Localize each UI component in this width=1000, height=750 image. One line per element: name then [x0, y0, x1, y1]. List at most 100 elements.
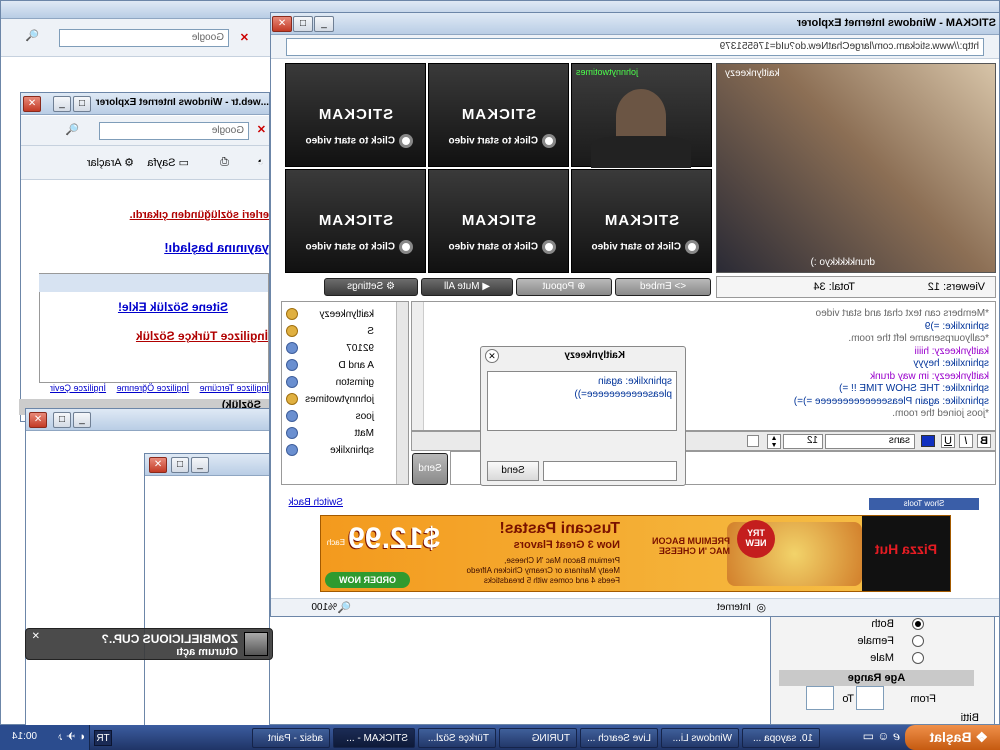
background-close-icon[interactable]: ✕ — [240, 31, 249, 44]
empty-2-close-button[interactable]: ✕ — [149, 457, 167, 473]
cam-slot-2-cta[interactable]: Click to start video — [439, 134, 556, 148]
bold-button[interactable]: B — [977, 434, 991, 448]
ie-left-minimize-button[interactable]: _ — [53, 96, 71, 112]
taskbar-item[interactable]: 10. sayopa ... — [742, 728, 820, 748]
rss-icon[interactable]: ◔ — [257, 156, 264, 168]
zoom-level[interactable]: %100 — [311, 602, 337, 613]
popout-button[interactable]: ⊕ Popout — [516, 278, 612, 296]
font-size-select[interactable]: 12 — [783, 434, 823, 449]
empty-2-maximize-button[interactable]: □ — [171, 457, 189, 473]
taskbar-item[interactable]: Live Search ... — [580, 728, 658, 748]
radio-both[interactable] — [912, 618, 924, 630]
user-row[interactable]: joos — [282, 408, 394, 425]
footer-link-2[interactable]: İngilizce Öğrenme — [117, 383, 190, 393]
footer-links: İngilizce Tercüme İngilizce Öğrenme İngi… — [19, 383, 269, 393]
tray-icons[interactable]: ◐ ✈ ♪ — [58, 730, 85, 743]
print-icon[interactable]: ⎙ — [220, 156, 229, 169]
taskbar-item[interactable]: Türkçe Sözl... — [418, 728, 496, 748]
taskbar-item-active[interactable]: STICKAM - ... — [333, 728, 415, 748]
user-row[interactable]: Matt — [282, 425, 394, 442]
switch-back-link[interactable]: Switch Back — [289, 497, 343, 508]
cam-slot-4-cta[interactable]: Click to start video — [582, 240, 699, 254]
italic-button[interactable]: I — [959, 434, 973, 448]
user-row[interactable]: grimston — [282, 374, 394, 391]
taskbar-item[interactable]: TURING — [499, 728, 577, 748]
empty-1-minimize-button[interactable]: _ — [73, 412, 91, 428]
cam-johnny[interactable]: johnnytwotimes — [571, 63, 712, 168]
gear-icon: ⚙ — [385, 281, 395, 292]
settings-button[interactable]: ⚙ Settings — [324, 278, 418, 296]
underline-button[interactable]: U — [941, 434, 955, 448]
chat-scrollbar[interactable] — [412, 302, 424, 430]
cam-slot-5-cta[interactable]: Click to start video — [439, 240, 556, 254]
cam-slot-3[interactable]: STICKAM Click to start video — [285, 63, 426, 167]
footer-link-3[interactable]: İngilizce Çevir — [50, 383, 106, 393]
stickam-maximize-button[interactable]: □ — [293, 16, 313, 32]
user-row[interactable]: S — [282, 323, 394, 340]
ie-left-search-icon[interactable]: 🔍 — [65, 123, 79, 136]
zoom-icon[interactable]: 🔍 — [337, 601, 351, 614]
radio-female[interactable] — [912, 635, 924, 647]
cam-slot-6-logo: STICKAM — [317, 212, 394, 229]
messenger-icon[interactable]: ☺ — [877, 729, 889, 743]
pizza-ad[interactable]: Pizza Hut TRY NEW PREMIUM BACON MAC 'N C… — [320, 515, 951, 592]
notification-close-icon[interactable]: ✕ — [32, 631, 40, 642]
mute-all-button[interactable]: ◀ Mute All — [421, 278, 513, 296]
stickam-url-field[interactable]: http://www.stickam.com/largeChatNew.do?u… — [286, 38, 984, 56]
stickam-close-button[interactable]: ✕ — [272, 16, 292, 32]
font-select[interactable]: sans — [825, 434, 915, 449]
ie-left-maximize-button[interactable]: □ — [73, 96, 91, 112]
pm-send-button[interactable]: Send — [487, 461, 539, 481]
ie-icon[interactable]: ℯ — [893, 729, 900, 743]
pm-close-icon[interactable]: ✕ — [485, 349, 499, 363]
cam-slot-6[interactable]: STICKAM Click to start video — [285, 169, 426, 273]
ie-left-window: ...web.tr - Windows Internet Explorer _ … — [19, 92, 270, 422]
removed-link[interactable]: erleri sözlüğünden çıkardı. — [130, 209, 269, 221]
desktop-icon[interactable]: ▭ — [863, 729, 874, 743]
cam-slot-6-cta[interactable]: Click to start video — [296, 240, 413, 254]
started-link[interactable]: yayınına başladı! — [164, 240, 269, 255]
pm-input[interactable] — [543, 461, 677, 481]
ie-left-search-input[interactable]: Google — [99, 122, 249, 140]
footer-link-1[interactable]: İngilizce Tercüme — [200, 383, 269, 393]
cam-slot-4[interactable]: STICKAM Click to start video — [571, 169, 712, 273]
user-row[interactable]: sphinxlike — [282, 442, 394, 459]
taskbar-item[interactable]: Windows Li... — [661, 728, 739, 748]
radio-male[interactable] — [912, 652, 924, 664]
empty-1-maximize-button[interactable]: □ — [53, 412, 71, 428]
english-turkish-link[interactable]: İngilizce Türkçe Sözlük — [136, 329, 268, 343]
user-row[interactable]: 92107 — [282, 340, 394, 357]
user-row[interactable]: A and D — [282, 357, 394, 374]
language-indicator[interactable]: TR — [94, 730, 112, 746]
background-search-icon[interactable]: 🔍 — [25, 29, 39, 42]
show-tools-button[interactable]: Show Tools — [869, 498, 979, 510]
age-from-input[interactable] — [856, 686, 884, 710]
order-now-button[interactable]: ORDER NOW — [325, 572, 410, 588]
add-dictionary-link[interactable]: Sitene Sözlük Ekle! — [118, 300, 228, 314]
empty-1-close-button[interactable]: ✕ — [29, 412, 47, 428]
embed-icon: <> — [674, 281, 687, 292]
ie-left-close-icon[interactable]: ✕ — [257, 123, 266, 136]
user-list-scrollbar[interactable] — [396, 302, 408, 484]
user-row[interactable]: kaitlynkeezy — [282, 306, 394, 323]
start-button[interactable]: ❖ Başlat — [905, 725, 1000, 750]
embed-button[interactable]: <> Embed — [615, 278, 711, 296]
cam-slot-2[interactable]: STICKAM Click to start video — [428, 63, 569, 167]
age-to-input[interactable] — [806, 686, 834, 710]
color-swatch[interactable] — [921, 435, 935, 447]
ie-left-close-button[interactable]: ✕ — [23, 96, 41, 112]
cam-slot-5[interactable]: STICKAM Click to start video — [428, 169, 569, 273]
stepper-icon[interactable]: ▲ ▼ — [767, 434, 781, 449]
chat-line: *callyourpsename left the room. — [848, 333, 989, 344]
stickam-minimize-button[interactable]: _ — [314, 16, 334, 32]
tools-menu[interactable]: ⚙ Araçlar — [87, 156, 134, 169]
page-menu[interactable]: ▭ Sayfa — [147, 156, 189, 169]
user-row[interactable]: johnnytwotimes — [282, 391, 394, 408]
background-search-input[interactable]: Google — [59, 29, 229, 47]
taskbar-item[interactable]: adsiz - Paint — [252, 728, 330, 748]
empty-2-minimize-button[interactable]: _ — [191, 457, 209, 473]
cam-slot-3-cta[interactable]: Click to start video — [296, 134, 413, 148]
messenger-notification[interactable]: ZOMBIELICIOUS CUP..? Oturum açtı ✕ — [25, 628, 273, 660]
checkbox[interactable] — [747, 435, 759, 447]
chat-send-button[interactable]: Send — [412, 453, 448, 485]
